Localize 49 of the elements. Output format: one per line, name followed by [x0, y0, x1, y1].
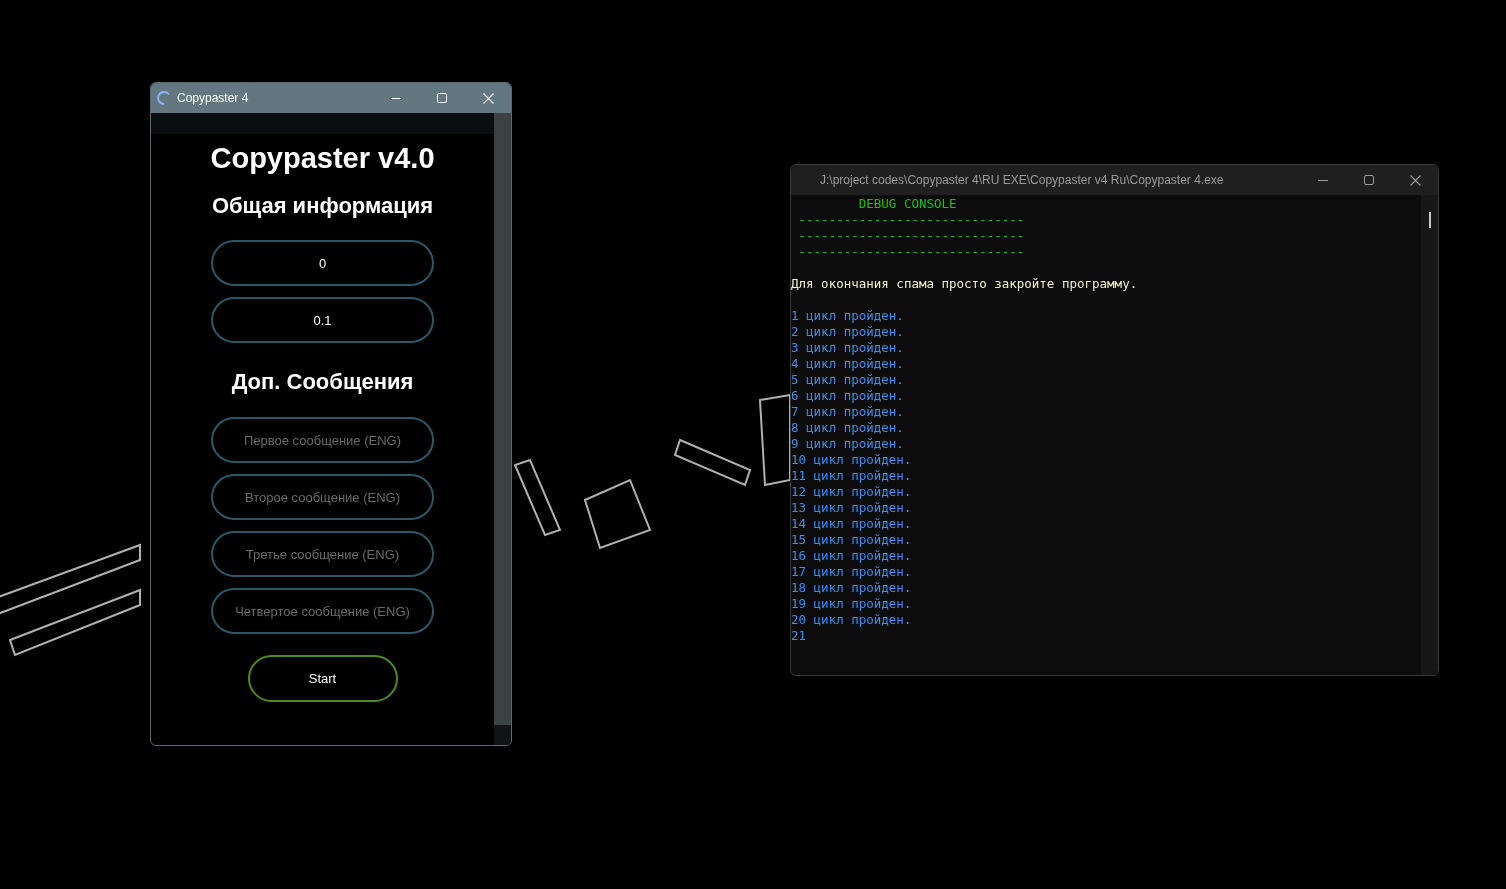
console-line: 21 — [791, 628, 807, 644]
app-heading: Copypaster v4.0 — [210, 141, 435, 176]
console-line: 1 цикл пройден. — [791, 308, 904, 324]
console-line: ------------------------------ — [797, 212, 1025, 228]
minimize-icon — [391, 97, 401, 99]
maximize-icon — [437, 93, 447, 103]
console-line: 2 цикл пройден. — [791, 324, 904, 340]
console-line: Для окончания спама просто закройте программу. — [791, 276, 1138, 292]
maximize-icon — [1364, 175, 1374, 185]
console-line: ------------------------------ — [797, 244, 1025, 260]
console-line: 11 цикл пройден. — [791, 468, 912, 484]
start-button[interactable]: Start — [247, 655, 398, 702]
console-line: 5 цикл пройден. — [791, 372, 904, 388]
console-line: 6 цикл пройден. — [791, 388, 904, 404]
close-icon — [1409, 174, 1421, 186]
input-field[interactable]: 0 — [211, 240, 434, 286]
console-line: 12 цикл пройден. — [791, 484, 912, 500]
scrollbar[interactable] — [1421, 195, 1438, 675]
console-line: 9 цикл пройден. — [791, 436, 904, 452]
scrollbar-thumb[interactable] — [1429, 212, 1431, 228]
console-line: 7 цикл пройден. — [791, 404, 904, 420]
console-line: 4 цикл пройден. — [791, 356, 904, 372]
spinner-icon — [157, 91, 171, 105]
console-line: 14 цикл пройден. — [791, 516, 912, 532]
input-field[interactable]: 0.1 — [211, 297, 434, 343]
input-field[interactable]: Второе сообщение (ENG) — [211, 474, 434, 520]
input-field[interactable]: Четвертое сообщение (ENG) — [211, 588, 434, 634]
console-line: 8 цикл пройден. — [791, 420, 904, 436]
console-line: 3 цикл пройден. — [791, 340, 904, 356]
section-heading: Общая информация — [211, 192, 434, 220]
scrollbar[interactable] — [494, 113, 511, 725]
console-line: 13 цикл пройден. — [791, 500, 912, 516]
console-line: 10 цикл пройден. — [791, 452, 912, 468]
section-heading: Доп. Сообщения — [231, 368, 414, 396]
minimize-icon — [1318, 179, 1328, 181]
window-title: Copypaster 4 — [177, 90, 249, 107]
scrollbar-corner — [494, 725, 511, 745]
console-line: 18 цикл пройден. — [791, 580, 912, 596]
console-line: 19 цикл пройден. — [791, 596, 912, 612]
console-line: 20 цикл пройден. — [791, 612, 912, 628]
close-icon — [482, 92, 494, 104]
input-field[interactable]: Третье сообщение (ENG) — [211, 531, 434, 577]
console-line: ------------------------------ — [797, 228, 1025, 244]
console-line: DEBUG CONSOLE — [857, 196, 957, 212]
console-line: 15 цикл пройден. — [791, 532, 912, 548]
console-line: 17 цикл пройден. — [791, 564, 912, 580]
console-line: 16 цикл пройден. — [791, 548, 912, 564]
input-field[interactable]: Первое сообщение (ENG) — [211, 417, 434, 463]
window-title: J:\project codes\Copypaster 4\RU EXE\Copypaster v4 Ru\Copypaster 4.exe — [819, 172, 1224, 189]
